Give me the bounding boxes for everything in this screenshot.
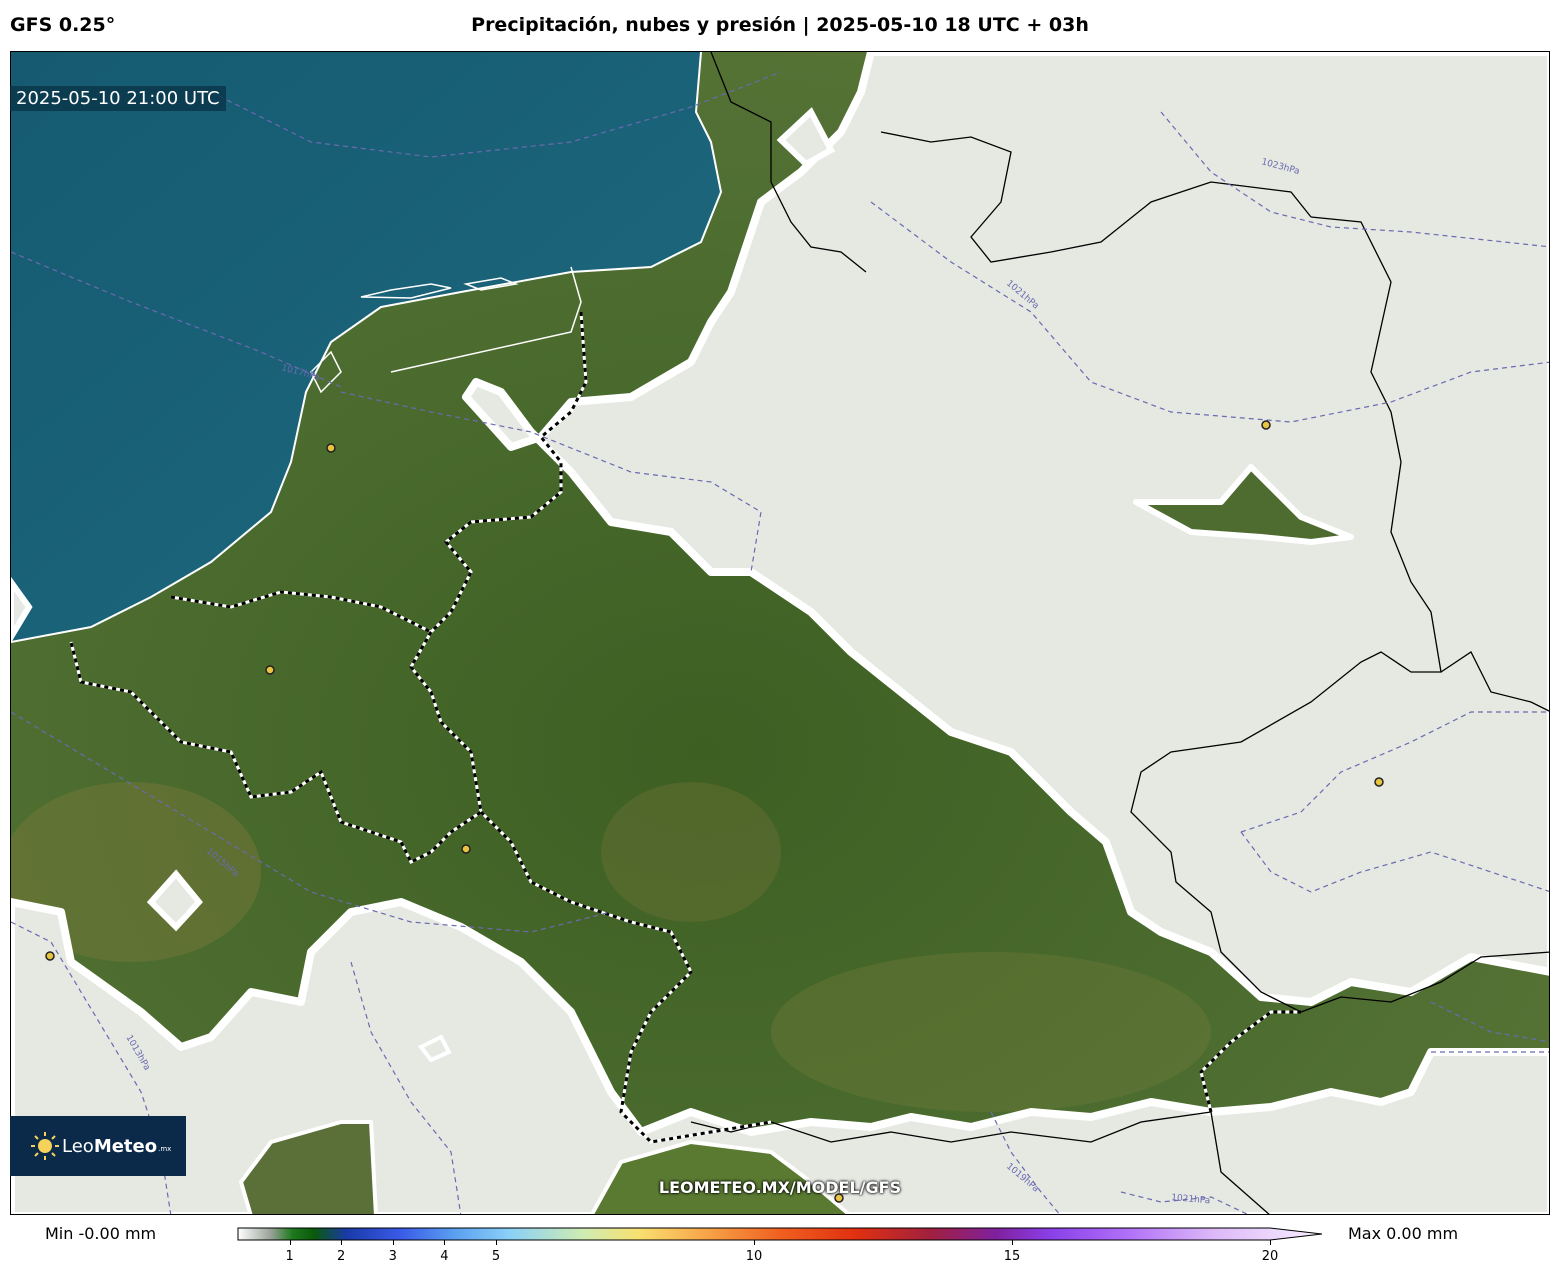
logo-text: LeoMeteo [62,1135,158,1157]
colorbar-tick-label: 20 [1261,1249,1279,1264]
weather-map: 1023hPa 1021hPa 1017hPa 1015hPa 1013hPa … [11,52,1549,1214]
chart-title: Precipitación, nubes y presión | 2025-05… [471,14,1089,36]
colorbar-tick-mark [289,1240,291,1245]
colorbar-tick-mark [496,1240,497,1245]
colorbar-tick-label: 10 [745,1249,763,1264]
precipitation-colorbar [237,1227,1323,1241]
farmland-patch [601,782,781,922]
city-marker [1374,777,1384,787]
colorbar-tick-mark [1270,1240,1271,1245]
colorbar-tick-mark [754,1240,755,1245]
colorbar-tick-mark [444,1240,446,1245]
min-value-label: Min -0.00 mm [45,1224,157,1243]
city-marker [1261,420,1271,430]
colorbar-tick-label: 1 [285,1249,294,1264]
sun-icon [31,1132,59,1160]
colorbar-tick-label: 5 [491,1249,501,1264]
colorbar-tick-mark [392,1240,394,1245]
logo-suffix: .mx [158,1145,172,1153]
colorbar-tick-mark [1012,1240,1013,1245]
colorbar-tick-label: 15 [1003,1249,1021,1264]
city-marker [461,844,471,854]
colorbar-tick-mark [341,1240,343,1245]
colorbar-tick-label: 3 [388,1249,397,1264]
colorbar-tick-label: 2 [337,1249,346,1264]
colorbar-tick-label: 4 [440,1249,449,1264]
city-marker [265,665,275,675]
leometeo-logo: LeoMeteo .mx [10,1116,186,1176]
valid-time-label: 2025-05-10 21:00 UTC [10,86,226,111]
watermark-url: LEOMETEO.MX/MODEL/GFS [658,1178,902,1197]
city-marker [45,951,55,961]
max-value-label: Max 0.00 mm [1348,1224,1459,1243]
farmland-patch [771,952,1211,1112]
map-panel[interactable]: 1023hPa 1021hPa 1017hPa 1015hPa 1013hPa … [10,51,1550,1215]
colorbar-fill [237,1227,1323,1241]
city-marker [326,443,336,453]
